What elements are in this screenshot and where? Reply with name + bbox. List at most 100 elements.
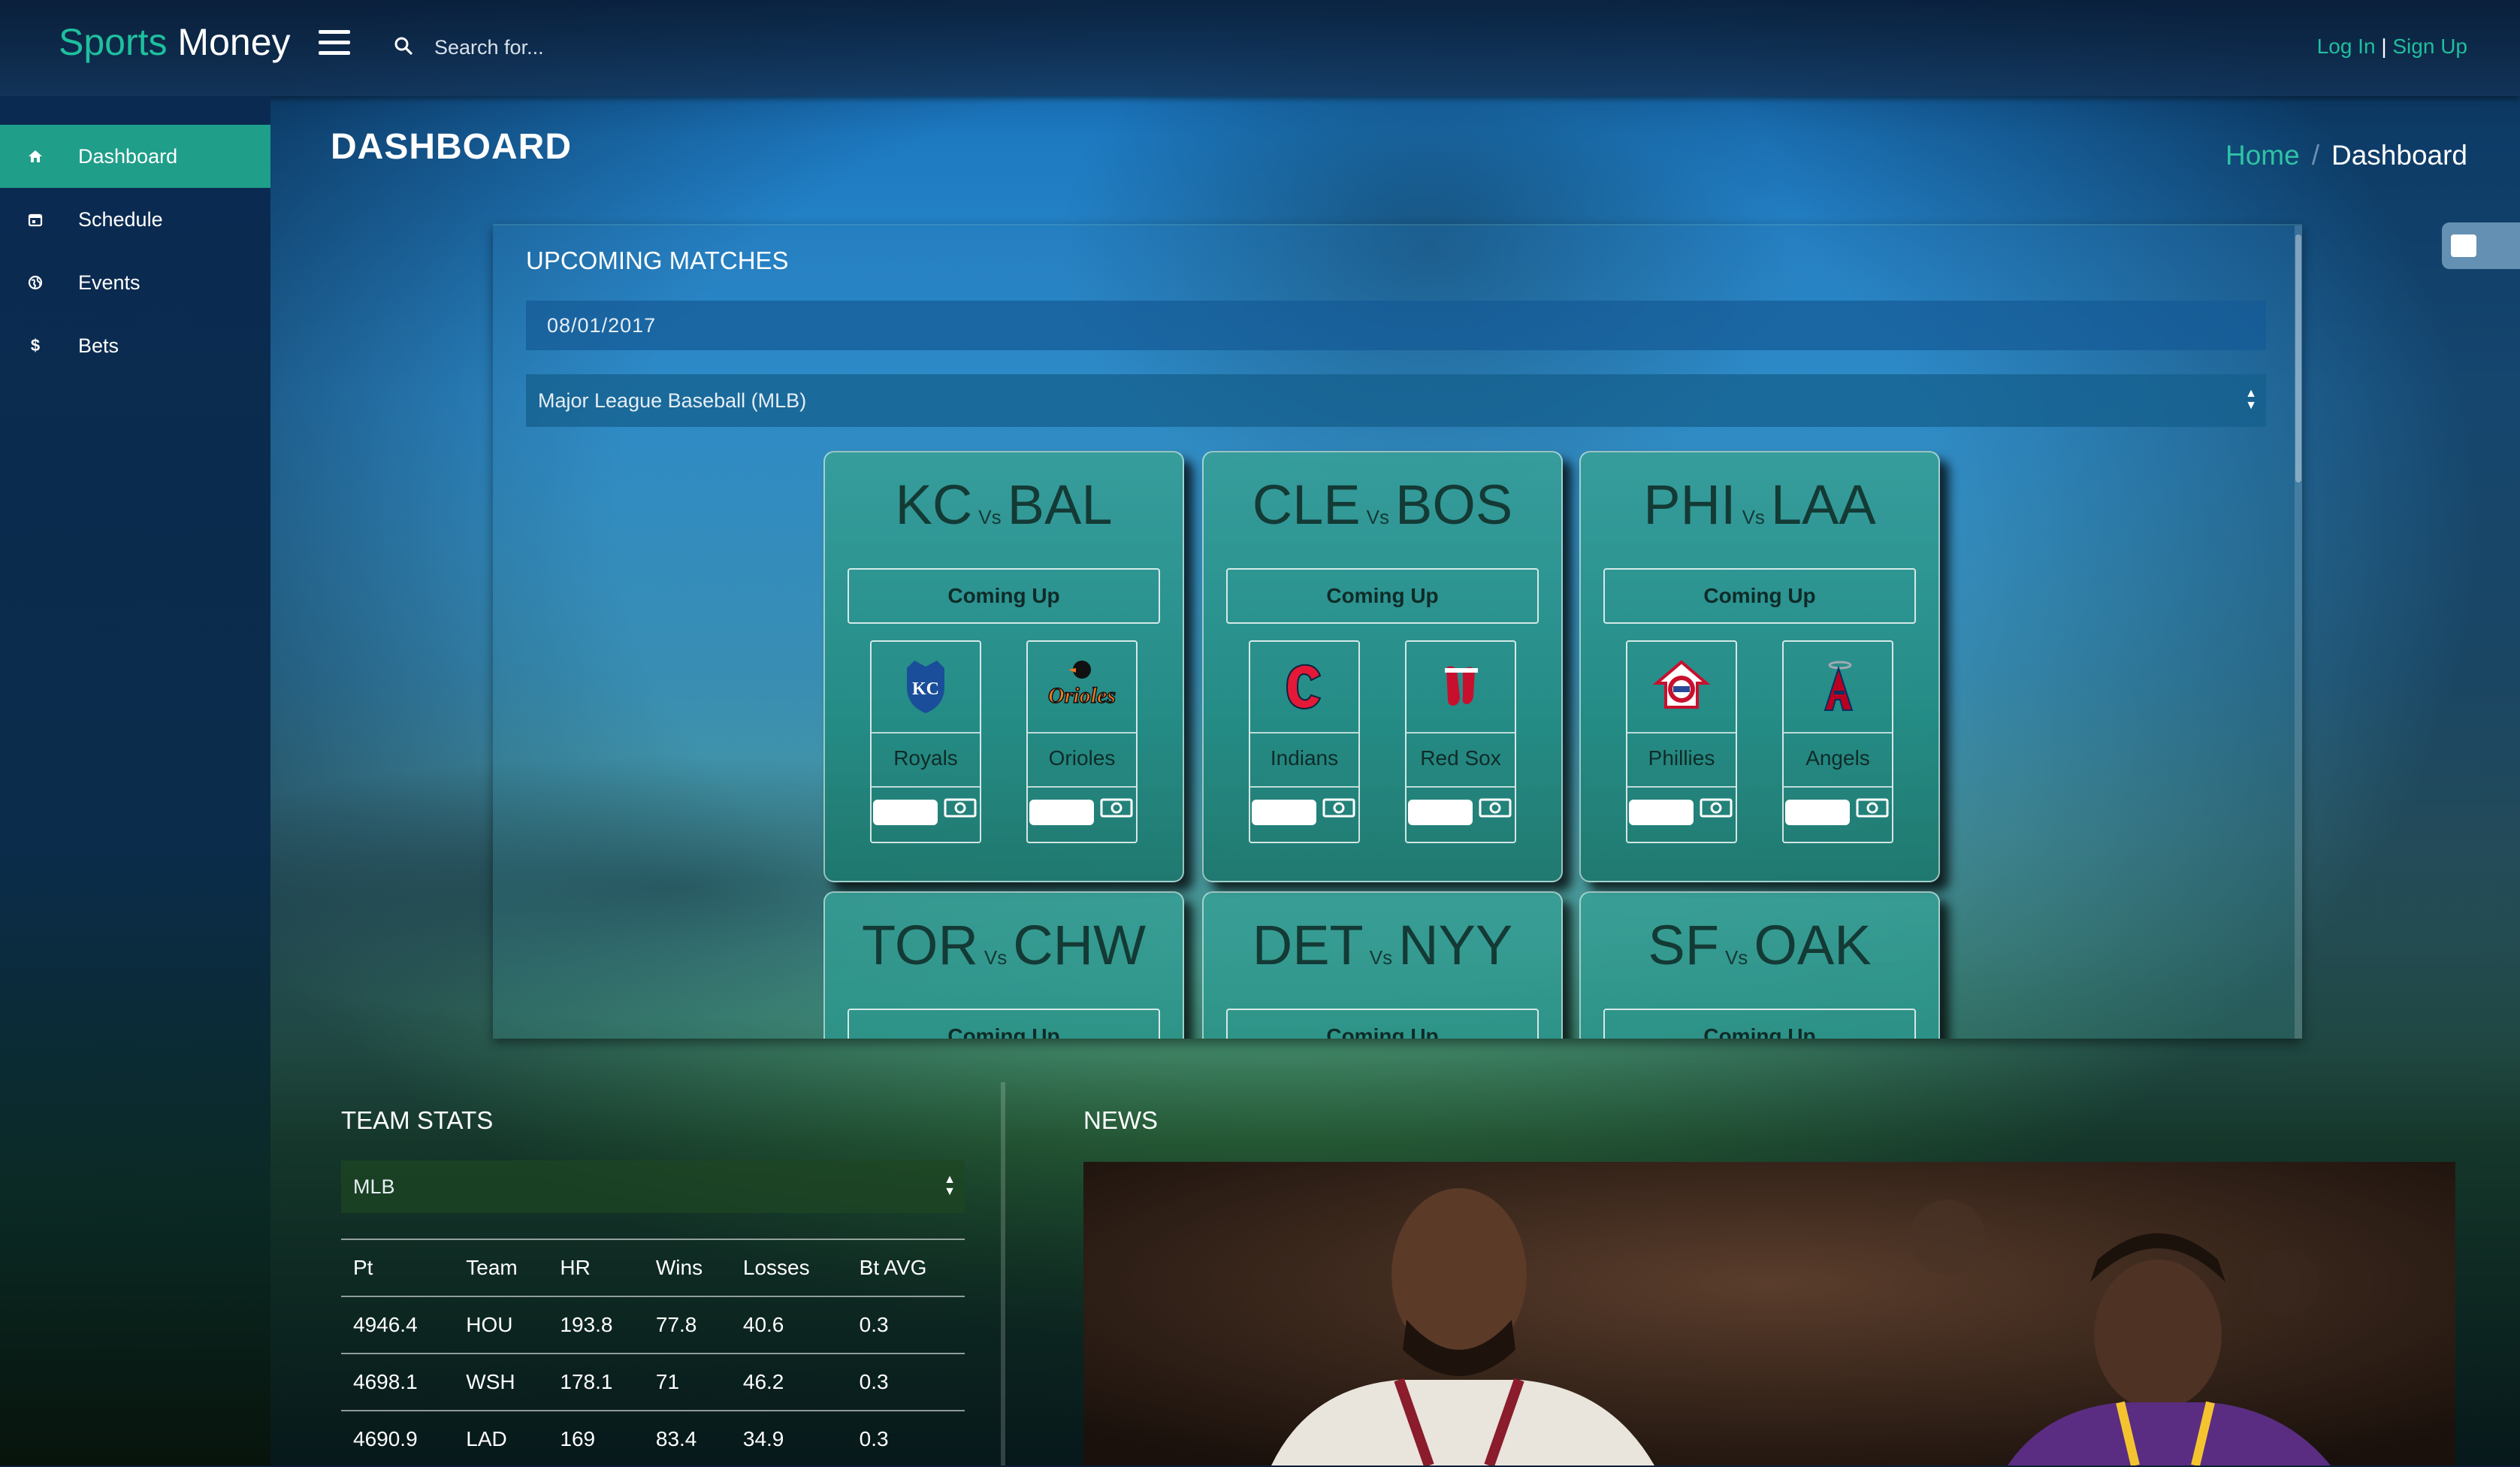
match-status-button[interactable]: Coming Up xyxy=(848,1009,1160,1039)
dollar-icon: $ xyxy=(30,336,41,355)
team-box[interactable]: Angels xyxy=(1782,640,1893,843)
match-status-button[interactable]: Coming Up xyxy=(1226,568,1539,624)
sidebar-item-bets[interactable]: $ Bets xyxy=(0,314,270,377)
table-cell: 169 xyxy=(548,1410,644,1467)
match-status-button[interactable]: Coming Up xyxy=(848,568,1160,624)
table-cell: 178.1 xyxy=(548,1353,644,1411)
table-cell: 40.6 xyxy=(730,1296,848,1354)
breadcrumb-home[interactable]: Home xyxy=(2225,140,2300,171)
matchup-title: DET Vs NYY xyxy=(1252,914,1513,976)
team-name: Royals xyxy=(872,732,980,788)
login-link[interactable]: Log In xyxy=(2317,35,2376,58)
calendar-icon xyxy=(26,210,45,229)
angels-logo-icon xyxy=(1784,642,1892,732)
match-status-button[interactable]: Coming Up xyxy=(1603,1009,1916,1039)
match-card[interactable]: PHI Vs LAA Coming Up Phillies Angels xyxy=(1579,451,1940,882)
money-icon[interactable] xyxy=(1100,797,1133,819)
money-icon[interactable] xyxy=(1479,797,1512,819)
table-cell: 4946.4 xyxy=(341,1296,455,1354)
table-row: 4690.9 LAD 169 83.4 34.9 0.3 xyxy=(341,1410,965,1467)
match-card[interactable]: KC Vs BAL Coming Up KC Royals Orioles Orio… xyxy=(823,451,1184,882)
match-card[interactable]: DET Vs NYY Coming Up xyxy=(1202,891,1563,1039)
stats-scrollbar[interactable] xyxy=(1001,1082,1005,1465)
sidebar-item-label: Dashboard xyxy=(78,144,178,168)
team-box[interactable]: Red Sox xyxy=(1405,640,1516,843)
match-status-button[interactable]: Coming Up xyxy=(1603,568,1916,624)
search-icon[interactable] xyxy=(392,35,415,57)
table-cell: HOU xyxy=(454,1296,548,1354)
stats-league-select[interactable]: MLB ▲ ▼ xyxy=(341,1160,965,1213)
stats-league-value: MLB xyxy=(353,1175,395,1198)
money-icon[interactable] xyxy=(1856,797,1889,819)
team-name: Orioles xyxy=(1028,732,1136,788)
auth-separator: | xyxy=(2381,35,2387,58)
breadcrumb: Home / Dashboard xyxy=(2225,140,2467,171)
column-header: Pt xyxy=(341,1239,455,1296)
table-row: 4698.1 WSH 178.1 71 46.2 0.3 xyxy=(341,1353,965,1411)
matchup-title: KC Vs BAL xyxy=(895,473,1113,536)
breadcrumb-current: Dashboard xyxy=(2331,140,2467,171)
top-navbar: Sports Money Log In | Sign Up xyxy=(0,0,2520,96)
team-stats-panel: TEAM STATS MLB ▲ ▼ Pt Team HR Wins Losses… xyxy=(308,1082,1007,1467)
select-arrows-icon: ▲ ▼ xyxy=(944,1173,956,1198)
team-box[interactable]: Orioles Orioles xyxy=(1026,640,1138,843)
scrollbar-thumb[interactable] xyxy=(2295,234,2301,482)
sidebar-item-events[interactable]: Events xyxy=(0,251,270,314)
bet-amount-input[interactable] xyxy=(1252,800,1316,825)
team-box[interactable]: Indians xyxy=(1249,640,1360,843)
table-cell: 46.2 xyxy=(730,1353,848,1411)
sidebar-item-label: Events xyxy=(78,271,141,294)
bet-amount-input[interactable] xyxy=(1029,800,1094,825)
sidebar-item-dashboard[interactable]: Dashboard xyxy=(0,125,270,188)
brand-strong: Money xyxy=(177,21,291,63)
table-cell: 0.3 xyxy=(847,1353,965,1411)
signup-link[interactable]: Sign Up xyxy=(2392,35,2467,58)
page-title: DASHBOARD xyxy=(331,127,572,167)
table-cell: 0.3 xyxy=(847,1410,965,1467)
settings-tab[interactable] xyxy=(2442,222,2520,269)
bet-amount-input[interactable] xyxy=(1629,800,1694,825)
column-header: Losses xyxy=(730,1239,848,1296)
breadcrumb-separator: / xyxy=(2311,140,2319,171)
team-name: Indians xyxy=(1250,732,1358,788)
brand-light: Sports xyxy=(59,21,168,63)
globe-icon xyxy=(26,273,45,292)
team-name: Red Sox xyxy=(1407,732,1515,788)
redsox-logo-icon xyxy=(1407,642,1515,732)
orioles-logo-icon: Orioles xyxy=(1028,642,1136,732)
menu-toggle-icon[interactable] xyxy=(319,30,350,56)
news-image[interactable] xyxy=(1083,1162,2455,1465)
bet-amount-input[interactable] xyxy=(1785,800,1850,825)
table-cell: LAD xyxy=(454,1410,548,1467)
team-stats-title: TEAM STATS xyxy=(341,1106,494,1134)
sidebar-item-schedule[interactable]: Schedule xyxy=(0,188,270,251)
news-photo-illustration xyxy=(1083,1162,2455,1465)
bet-amount-input[interactable] xyxy=(1408,800,1473,825)
bet-amount-input[interactable] xyxy=(873,800,938,825)
column-header: Bt AVG xyxy=(847,1239,965,1296)
match-card[interactable]: TOR Vs CHW Coming Up xyxy=(823,891,1184,1039)
table-cell: 77.8 xyxy=(643,1296,731,1354)
column-header: Team xyxy=(454,1239,548,1296)
team-box[interactable]: KC Royals xyxy=(870,640,981,843)
money-icon[interactable] xyxy=(944,797,977,819)
window-icon xyxy=(2451,234,2476,257)
matchup-title: PHI Vs LAA xyxy=(1643,473,1876,536)
upcoming-matches-panel: UPCOMING MATCHES 08/01/2017 Major League… xyxy=(493,224,2302,1039)
panel-scrollbar[interactable] xyxy=(2295,225,2302,1039)
royals-logo-icon: KC xyxy=(872,642,980,732)
table-cell: WSH xyxy=(454,1353,548,1411)
brand-logo[interactable]: Sports Money xyxy=(59,20,291,65)
matchup-title: TOR Vs CHW xyxy=(862,914,1146,976)
matchup-title: SF Vs OAK xyxy=(1648,914,1872,976)
search-input[interactable] xyxy=(433,32,887,63)
match-card[interactable]: CLE Vs BOS Coming Up Indians Red Sox xyxy=(1202,451,1563,882)
table-row: 4946.4 HOU 193.8 77.8 40.6 0.3 xyxy=(341,1296,965,1354)
team-box[interactable]: Phillies xyxy=(1626,640,1737,843)
money-icon[interactable] xyxy=(1322,797,1355,819)
sidebar-item-label: Bets xyxy=(78,334,119,357)
phillies-logo-icon xyxy=(1627,642,1736,732)
match-card[interactable]: SF Vs OAK Coming Up xyxy=(1579,891,1940,1039)
match-status-button[interactable]: Coming Up xyxy=(1226,1009,1539,1039)
money-icon[interactable] xyxy=(1700,797,1733,819)
